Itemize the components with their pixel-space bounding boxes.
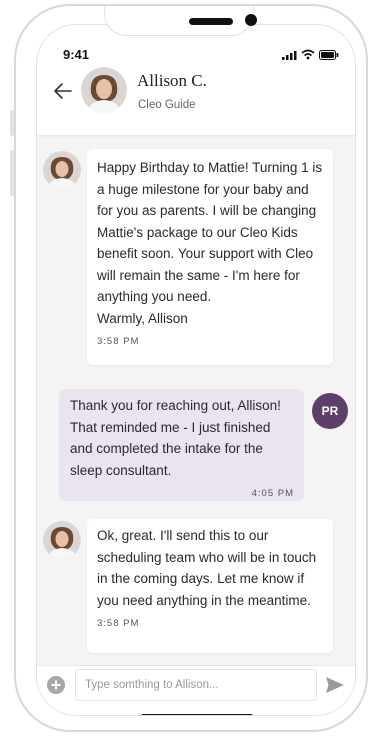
send-icon[interactable]	[325, 675, 345, 695]
phone-notch	[104, 6, 257, 36]
message-time: 4:05 PM	[251, 488, 294, 499]
message-text: Thank you for reaching out, Allison! Tha…	[70, 398, 281, 478]
user-avatar-initials: PR	[312, 393, 348, 429]
home-indicator	[141, 714, 253, 715]
add-attachment-icon[interactable]	[47, 676, 65, 694]
message-text: Ok, great. I'll send this to our schedul…	[97, 528, 317, 608]
contact-role: Cleo Guide	[138, 99, 196, 111]
guide-avatar	[43, 151, 81, 189]
chat-header: 9:41 Allison C. Cleo Guide	[37, 25, 355, 135]
contact-name: Allison C.	[137, 71, 207, 90]
message-bubble-outgoing: Thank you for reaching out, Allison! Tha…	[59, 389, 304, 501]
phone-screen: 9:41 Allison C. Cleo Guide Happy Birthda…	[36, 24, 356, 716]
signal-icon	[282, 50, 297, 60]
message-text: Happy Birthday to Mattie! Turning 1 is a…	[97, 160, 323, 326]
status-time: 9:41	[63, 47, 90, 62]
battery-icon	[319, 49, 339, 60]
guide-avatar	[43, 521, 81, 559]
camera-icon	[245, 14, 257, 26]
message-input[interactable]	[75, 669, 317, 701]
message-time: 3:58 PM	[97, 336, 140, 347]
message-composer	[37, 665, 355, 715]
message-bubble-incoming: Ok, great. I'll send this to our schedul…	[87, 519, 333, 653]
message-bubble-incoming: Happy Birthday to Mattie! Turning 1 is a…	[87, 149, 333, 365]
speaker-grille	[189, 18, 233, 25]
back-arrow-icon[interactable]	[51, 79, 75, 103]
avatar	[81, 67, 127, 113]
status-icons	[282, 49, 339, 60]
wifi-icon	[301, 49, 315, 60]
phone-frame: 9:41 Allison C. Cleo Guide Happy Birthda…	[14, 4, 368, 732]
message-time: 3:58 PM	[97, 618, 140, 629]
